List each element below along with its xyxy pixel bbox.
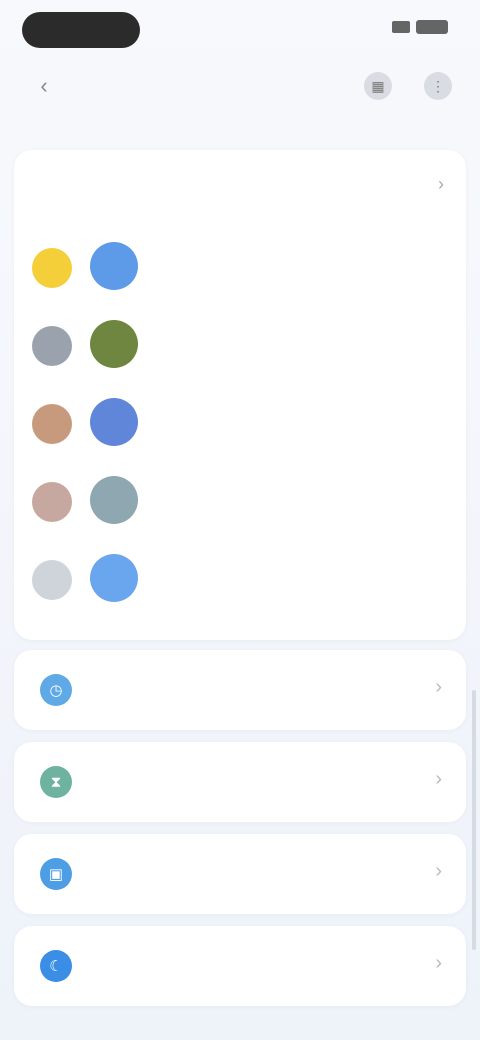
app-icon xyxy=(90,554,138,602)
setting-item[interactable]: ▣ › xyxy=(14,834,466,914)
app-icon xyxy=(90,242,138,290)
app-row[interactable] xyxy=(14,306,466,384)
app-usage-header[interactable]: › xyxy=(14,150,466,228)
chevron-right-icon: › xyxy=(435,952,442,974)
rank-badge xyxy=(32,560,72,600)
app-row[interactable] xyxy=(14,540,466,618)
app-row[interactable] xyxy=(14,462,466,540)
app-icon xyxy=(90,476,138,524)
status-time xyxy=(22,12,140,48)
setting-item[interactable]: ◷ › xyxy=(14,650,466,730)
timer-icon: ⧗ xyxy=(40,766,72,798)
clock-icon: ◷ xyxy=(40,674,72,706)
more-icon[interactable]: ⋮ xyxy=(424,72,452,100)
chevron-right-icon: › xyxy=(435,860,442,882)
app-usage-card: › xyxy=(14,150,466,640)
back-icon[interactable]: ‹ xyxy=(30,72,58,100)
battery-icon xyxy=(416,20,448,34)
calendar-icon[interactable]: ▦ xyxy=(364,72,392,100)
scrollbar[interactable] xyxy=(472,690,476,950)
app-limit-icon: ▣ xyxy=(40,858,72,890)
chevron-right-icon: › xyxy=(435,768,442,790)
bedtime-icon: ☾ xyxy=(40,950,72,982)
app-list xyxy=(14,228,466,618)
app-row[interactable] xyxy=(14,228,466,306)
rank-badge xyxy=(32,482,72,522)
chevron-right-icon: › xyxy=(435,676,442,698)
app-row[interactable] xyxy=(14,384,466,462)
app-icon xyxy=(90,320,138,368)
signal-icon xyxy=(392,21,410,33)
setting-item[interactable]: ⧗ › xyxy=(14,742,466,822)
app-icon xyxy=(90,398,138,446)
top-bar: ‹ ▦ ⋮ xyxy=(0,64,480,112)
status-bar xyxy=(0,0,480,64)
rank-badge xyxy=(32,326,72,366)
rank-badge xyxy=(32,404,72,444)
status-icons xyxy=(392,20,448,34)
chevron-right-icon: › xyxy=(438,174,444,194)
setting-item[interactable]: ☾ › xyxy=(14,926,466,1006)
top-actions: ▦ ⋮ xyxy=(364,72,452,100)
rank-badge xyxy=(32,248,72,288)
